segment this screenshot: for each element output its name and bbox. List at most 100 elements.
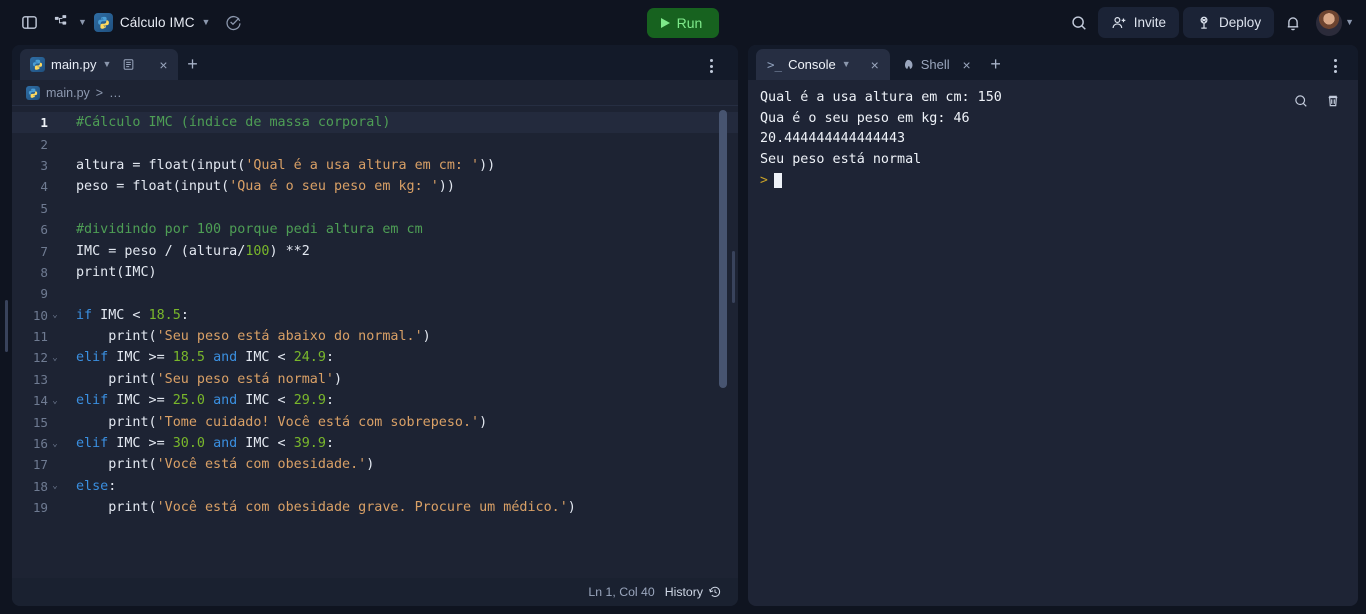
breadcrumb-file[interactable]: main.py — [46, 86, 90, 100]
fold-chevron-down-icon[interactable]: ⌄ — [48, 481, 62, 491]
code-line[interactable]: 10 ⌄ if IMC < 18.5: — [12, 305, 738, 326]
tree-menu-chevron-down-icon[interactable]: ▼ — [78, 18, 87, 27]
tree-menu-icon[interactable] — [46, 8, 76, 38]
code-line[interactable]: 19 print('Você está com obesidade grave.… — [12, 497, 738, 518]
editor-overflow-menu-icon[interactable] — [696, 51, 726, 81]
code-editor[interactable]: 1 #Cálculo IMC (índice de massa corporal)… — [12, 106, 738, 578]
fold-chevron-down-icon[interactable]: ⌄ — [48, 439, 62, 449]
code-text: elif IMC >= 25.0 and IMC < 29.9: — [62, 393, 334, 408]
code-token: ) — [567, 500, 576, 516]
code-line[interactable]: 6 #dividindo por 100 porque pedi altura e… — [12, 219, 738, 240]
code-token: altura = float(input( — [76, 157, 246, 173]
left-panel-resize-handle[interactable] — [0, 45, 12, 606]
code-line[interactable]: 13 print('Seu peso está normal') — [12, 369, 738, 390]
editor-vertical-scrollbar[interactable] — [719, 110, 727, 388]
tab-main-py[interactable]: main.py ▼ × — [20, 49, 179, 80]
search-icon[interactable] — [1064, 8, 1094, 38]
console-tab-close-icon[interactable]: × — [956, 54, 978, 76]
code-text: elif IMC >= 18.5 and IMC < 24.9: — [62, 350, 334, 365]
console-overflow-menu-icon[interactable] — [1320, 51, 1350, 81]
account-chevron-down-icon[interactable]: ▼ — [1345, 18, 1354, 27]
history-button[interactable]: History — [665, 585, 722, 599]
console-clear-trash-icon[interactable] — [1318, 86, 1348, 116]
code-token: print(IMC) — [76, 264, 157, 280]
fold-chevron-down-icon[interactable]: ⌄ — [48, 353, 62, 363]
code-line[interactable]: 5 — [12, 198, 738, 219]
line-number: 4 — [40, 179, 48, 195]
fold-chevron-down-icon[interactable]: ⌄ — [48, 396, 62, 406]
line-number: 13 — [32, 371, 48, 387]
code-token: : — [108, 478, 117, 494]
deploy-button[interactable]: Deploy — [1183, 7, 1275, 38]
console-pane: >_ Console ▼ × Shell × + Qual é a usa altura e… — [748, 45, 1358, 606]
code-token: IMC = peso / (altura/ — [76, 243, 246, 259]
invite-button[interactable]: Invite — [1097, 7, 1180, 38]
code-line[interactable]: 9 — [12, 283, 738, 304]
code-token: 'Tome cuidado! Você está com sobrepeso.' — [156, 414, 480, 430]
python-file-icon — [30, 57, 45, 72]
top-toolbar: ▼ Cálculo IMC ▼ Run Invite Deploy ▼ — [0, 0, 1366, 45]
code-text: elif IMC >= 30.0 and IMC < 39.9: — [62, 436, 334, 451]
code-line[interactable]: 15 print('Tome cuidado! Você está com so… — [12, 411, 738, 432]
project-selector[interactable]: Cálculo IMC ▼ — [89, 9, 217, 36]
tab-preview-icon[interactable] — [117, 54, 139, 76]
console-tab-shell[interactable]: Shell × — [890, 49, 982, 80]
tab-filename: main.py — [51, 57, 97, 72]
resize-grip — [4, 299, 8, 352]
console-prompt-line[interactable]: > — [760, 170, 1358, 191]
console-search-icon[interactable] — [1286, 86, 1316, 116]
code-line[interactable]: 3 altura = float(input('Qual é a usa altu… — [12, 155, 738, 176]
editor-right-resize-handle[interactable] — [732, 45, 735, 606]
code-line[interactable]: 11 print('Seu peso está abaixo do normal… — [12, 326, 738, 347]
deploy-rocket-icon — [1200, 16, 1208, 29]
account-menu[interactable]: ▼ — [1312, 9, 1354, 36]
code-line[interactable]: 2 — [12, 133, 738, 154]
code-line[interactable]: 4 peso = float(input('Qua é o seu peso em… — [12, 176, 738, 197]
code-token: ) — [422, 329, 431, 345]
code-line[interactable]: 7 IMC = peso / (altura/100) **2 — [12, 240, 738, 261]
code-token: print( — [76, 457, 157, 473]
project-chevron-down-icon[interactable]: ▼ — [202, 18, 211, 27]
console-tab-chevron-down-icon[interactable]: ▼ — [842, 60, 851, 69]
console-output-area[interactable]: Qual é a usa altura em cm: 150 Qua é o se… — [748, 80, 1358, 606]
tab-close-icon[interactable]: × — [152, 54, 174, 76]
code-line[interactable]: 8 print(IMC) — [12, 262, 738, 283]
console-output: Qual é a usa altura em cm: 150 Qua é o se… — [760, 88, 1358, 170]
sidebar-toggle-icon[interactable] — [14, 8, 44, 38]
new-console-tab-button[interactable]: + — [982, 49, 1010, 80]
check-circle-icon[interactable] — [218, 8, 248, 38]
code-line[interactable]: 18 ⌄ else: — [12, 476, 738, 497]
code-line[interactable]: 17 print('Você está com obesidade.') — [12, 454, 738, 475]
new-file-tab-button[interactable]: + — [178, 49, 206, 80]
notifications-bell-icon[interactable] — [1278, 8, 1308, 38]
tab-chevron-down-icon[interactable]: ▼ — [103, 60, 112, 69]
code-token: ) — [334, 371, 343, 387]
code-line[interactable]: 14 ⌄ elif IMC >= 25.0 and IMC < 29.9: — [12, 390, 738, 411]
code-text: IMC = peso / (altura/100) **2 — [62, 244, 310, 259]
breadcrumb-separator: > — [95, 85, 104, 100]
fold-chevron-down-icon[interactable]: ⌄ — [48, 310, 62, 320]
code-line[interactable]: 1 #Cálculo IMC (índice de massa corporal) — [12, 112, 738, 134]
code-token: peso = float(input( — [76, 179, 230, 195]
code-token: )) — [479, 157, 496, 173]
history-label: History — [664, 585, 703, 599]
code-lines[interactable]: 1 #Cálculo IMC (índice de massa corporal)… — [12, 106, 738, 578]
run-button[interactable]: Run — [646, 7, 720, 38]
code-line[interactable]: 12 ⌄ elif IMC >= 18.5 and IMC < 24.9: — [12, 347, 738, 368]
line-number: 7 — [40, 243, 48, 259]
console-tab-label: Shell — [920, 57, 950, 72]
code-line[interactable]: 16 ⌄ elif IMC >= 30.0 and IMC < 39.9: — [12, 433, 738, 454]
project-title: Cálculo IMC — [119, 15, 195, 30]
code-token: if — [76, 307, 93, 323]
breadcrumb-rest[interactable]: … — [109, 86, 122, 100]
code-token: ) — [366, 457, 375, 473]
code-token: 100 — [245, 243, 270, 259]
editor-tabstrip: main.py ▼ × + — [12, 45, 738, 80]
code-token: ) — [479, 414, 488, 430]
console-tab-close-icon[interactable]: × — [864, 54, 886, 76]
code-token: IMC >= — [108, 350, 173, 366]
code-token: 'Seu peso está normal' — [156, 371, 334, 387]
console-tab-console[interactable]: >_ Console ▼ × — [756, 49, 890, 80]
code-token: IMC >= — [108, 393, 173, 409]
